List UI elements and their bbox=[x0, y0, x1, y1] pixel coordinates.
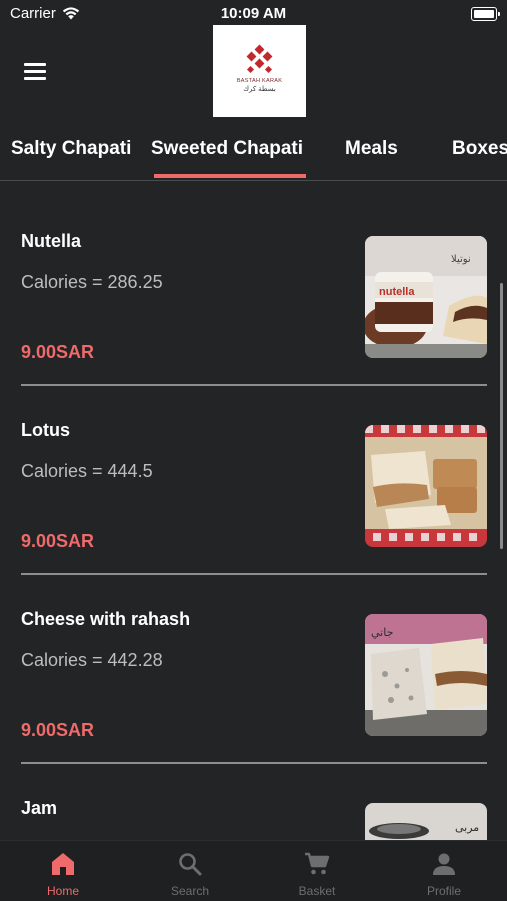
tabbar-home[interactable]: Home bbox=[0, 841, 126, 901]
svg-text:جاتي: جاتي bbox=[371, 626, 393, 639]
home-icon bbox=[52, 853, 74, 875]
list-item[interactable]: Nutella Calories = 286.25 9.00SAR nutell… bbox=[0, 181, 507, 386]
nutella-chapati-photo[interactable]: nutella نوتيلا bbox=[365, 236, 487, 358]
cart-icon bbox=[305, 852, 330, 875]
bottom-tab-bar: Home Search Basket Profile bbox=[0, 840, 507, 901]
menu-button[interactable] bbox=[24, 63, 48, 81]
tabbar-label: Search bbox=[170, 884, 210, 898]
item-name: Jam bbox=[21, 798, 58, 818]
item-price: 9.00SAR bbox=[21, 342, 95, 362]
tabbar-label: Profile bbox=[426, 884, 461, 898]
product-list[interactable]: Nutella Calories = 286.25 9.00SAR nutell… bbox=[0, 181, 507, 841]
search-icon bbox=[179, 853, 202, 876]
list-item[interactable]: Cheese with rahash Calories = 442.28 9.0… bbox=[0, 559, 507, 764]
profile-icon bbox=[433, 853, 455, 875]
list-item[interactable]: Lotus Calories = 444.5 9.00SAR bbox=[0, 370, 507, 575]
tabbar-profile[interactable]: Profile bbox=[381, 841, 507, 901]
item-calories: Calories = 286.25 bbox=[21, 272, 163, 292]
logo-text-arabic: بسطة كرك bbox=[243, 85, 276, 93]
logo-mark-icon bbox=[245, 44, 275, 76]
lotus-image bbox=[365, 425, 487, 547]
active-tab-indicator bbox=[154, 174, 306, 178]
item-calories: Calories = 442.28 bbox=[21, 650, 163, 670]
category-tabs: Salty Chapati Sweeted Chapati Meals Boxe… bbox=[0, 130, 507, 181]
svg-text:نوتيلا: نوتيلا bbox=[451, 254, 471, 265]
svg-text:nutella: nutella bbox=[379, 286, 415, 298]
list-item[interactable]: Jam مربى bbox=[0, 748, 507, 841]
tab-meals[interactable]: Meals bbox=[345, 138, 398, 160]
tabbar-label: Home bbox=[46, 884, 79, 898]
item-name: Lotus bbox=[21, 420, 70, 440]
tab-salty-chapati[interactable]: Salty Chapati bbox=[11, 138, 131, 160]
item-calories: Calories = 444.5 bbox=[21, 461, 153, 481]
cheese-rahash-chapati-photo[interactable]: جاتي bbox=[365, 614, 487, 736]
item-name: Cheese with rahash bbox=[21, 609, 191, 629]
tabbar-search[interactable]: Search bbox=[127, 841, 253, 901]
cheese-rahash-image: جاتي bbox=[365, 614, 487, 736]
lotus-chapati-photo[interactable] bbox=[365, 425, 487, 547]
hamburger-line bbox=[24, 70, 46, 73]
hamburger-line bbox=[24, 63, 46, 66]
status-time: 10:09 AM bbox=[220, 5, 287, 22]
tabbar-label: Basket bbox=[298, 884, 336, 898]
item-price: 9.00SAR bbox=[21, 531, 95, 551]
tabbar-basket[interactable]: Basket bbox=[254, 841, 380, 901]
logo-text: BASTAH KARAK bbox=[236, 77, 283, 84]
svg-text:مربى: مربى bbox=[455, 821, 479, 834]
jam-chapati-photo[interactable]: مربى bbox=[365, 803, 487, 841]
jam-image: مربى bbox=[365, 803, 487, 841]
battery-icon bbox=[471, 7, 500, 21]
status-bar: Carrier 10:09 AM bbox=[0, 0, 507, 28]
hamburger-line bbox=[24, 77, 46, 80]
tab-sweeted-chapati[interactable]: Sweeted Chapati bbox=[151, 138, 303, 160]
item-name: Nutella bbox=[21, 231, 82, 251]
item-price: 9.00SAR bbox=[21, 720, 95, 740]
nutella-image: nutella نوتيلا bbox=[365, 236, 487, 358]
brand-logo: BASTAH KARAK بسطة كرك bbox=[213, 25, 306, 117]
tab-boxes[interactable]: Boxes bbox=[452, 138, 507, 160]
scrollbar[interactable] bbox=[500, 283, 503, 549]
